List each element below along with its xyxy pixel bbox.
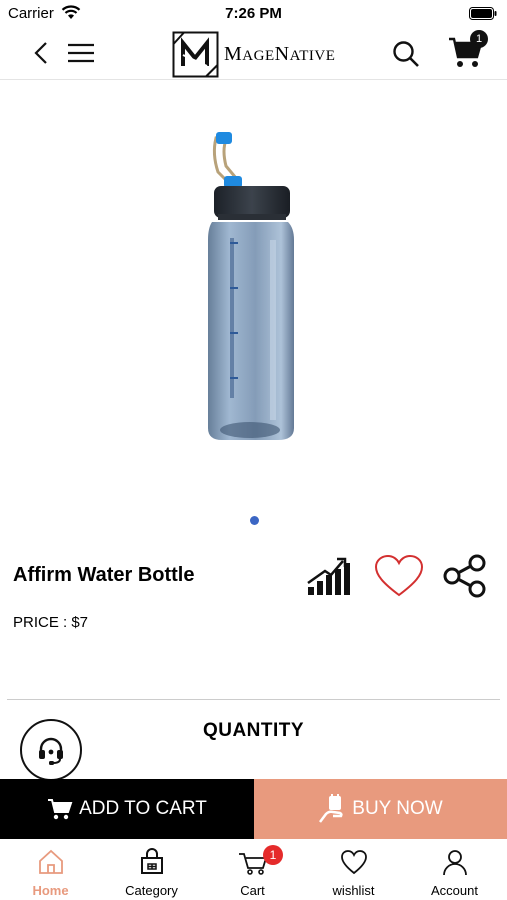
- home-icon: [38, 849, 63, 874]
- buy-hand-icon: [318, 794, 346, 824]
- cart-tab-badge: 1: [263, 845, 283, 865]
- headset-icon: [39, 737, 63, 765]
- status-time: 7:26 PM: [225, 5, 282, 22]
- logo-mark-icon: [172, 31, 219, 77]
- carousel-dot[interactable]: [250, 516, 259, 525]
- category-icon: [140, 848, 163, 874]
- battery-icon: [469, 7, 497, 20]
- product-page: Carrier 7:26 PM MAGENATIVE 1 Affirm Wate…: [0, 0, 507, 900]
- menu-icon[interactable]: [66, 40, 96, 66]
- product-image[interactable]: [190, 128, 310, 448]
- share-icon[interactable]: [440, 553, 488, 599]
- tab-cart[interactable]: 1 Cart: [202, 839, 303, 900]
- logo-text: MAGENATIVE: [224, 42, 336, 65]
- product-title: Affirm Water Bottle: [13, 564, 195, 586]
- wishlist-heart-icon[interactable]: [373, 553, 425, 599]
- bottom-tab-bar: Home Category 1 Cart wishlist Account: [0, 839, 507, 900]
- status-bar: Carrier 7:26 PM: [0, 0, 507, 28]
- cart-icon: [47, 797, 73, 821]
- support-headset-button[interactable]: [20, 719, 82, 781]
- back-icon[interactable]: [28, 40, 54, 66]
- nav-bar: MAGENATIVE 1: [0, 28, 507, 80]
- buy-now-button[interactable]: BUY NOW: [254, 779, 507, 839]
- cart-count-badge: 1: [470, 30, 488, 48]
- heart-icon: [340, 850, 367, 875]
- add-to-cart-button[interactable]: ADD TO CART: [0, 779, 254, 839]
- search-icon[interactable]: [390, 38, 422, 70]
- tab-wishlist-label: wishlist: [332, 883, 375, 898]
- tab-wishlist[interactable]: wishlist: [303, 839, 404, 900]
- tab-category-label: Category: [125, 883, 178, 898]
- compare-icon[interactable]: [305, 555, 351, 597]
- tab-category[interactable]: Category: [101, 839, 202, 900]
- tab-cart-label: Cart: [240, 883, 265, 898]
- tab-home[interactable]: Home: [0, 839, 101, 900]
- divider: [7, 699, 500, 700]
- account-icon: [442, 850, 467, 876]
- magenative-logo[interactable]: MAGENATIVE: [172, 30, 335, 78]
- tab-account-label: Account: [431, 883, 478, 898]
- tab-home-label: Home: [32, 883, 69, 898]
- add-to-cart-label: ADD TO CART: [79, 798, 207, 819]
- buy-now-label: BUY NOW: [352, 798, 443, 819]
- product-price: PRICE : $7: [13, 614, 89, 631]
- tab-account[interactable]: Account: [404, 839, 505, 900]
